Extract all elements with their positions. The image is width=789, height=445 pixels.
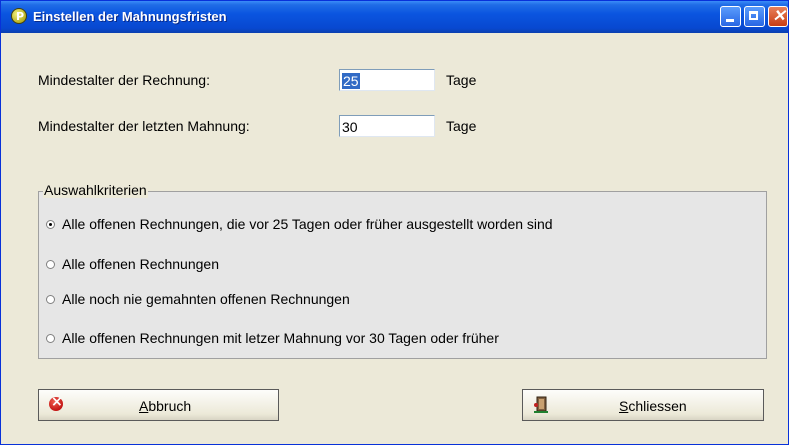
app-icon[interactable]: P: [11, 8, 27, 24]
radio-button[interactable]: [46, 294, 55, 304]
min-age-reminder-label: Mindestalter der letzten Mahnung:: [38, 118, 250, 134]
window-title: Einstellen der Mahnungsfristen: [33, 9, 227, 24]
cancel-button-label: Abbruch: [139, 398, 192, 414]
close-button-label: Schliessen: [619, 398, 687, 414]
radio-option-last-reminder-30[interactable]: Alle offenen Rechnungen mit letzer Mahnu…: [46, 330, 499, 346]
title-bar[interactable]: P Einstellen der Mahnungsfristen ✕: [1, 1, 788, 33]
radio-button[interactable]: [46, 259, 55, 269]
min-age-reminder-input[interactable]: 30: [339, 115, 435, 137]
maximize-button[interactable]: [744, 6, 765, 27]
maximize-icon: [749, 11, 758, 20]
min-age-invoice-unit: Tage: [446, 72, 477, 88]
close-icon: ✕: [772, 8, 786, 25]
min-age-invoice-label: Mindestalter der Rechnung:: [38, 72, 210, 88]
criteria-title: Auswahlkriterien: [43, 182, 148, 198]
radio-option-all-open[interactable]: Alle offenen Rechnungen: [46, 256, 219, 272]
close-window-button[interactable]: ✕: [768, 6, 788, 27]
exit-door-icon: [534, 396, 548, 413]
close-button[interactable]: Schliessen: [522, 389, 764, 421]
radio-option-overdue-25[interactable]: Alle offenen Rechnungen, die vor 25 Tage…: [46, 216, 553, 232]
minimize-icon: [726, 19, 734, 22]
radio-label: Alle noch nie gemahnten offenen Rechnung…: [62, 291, 350, 307]
radio-button[interactable]: [46, 219, 55, 229]
cancel-button[interactable]: Abbruch: [38, 389, 279, 421]
min-age-invoice-input[interactable]: 25: [339, 69, 435, 91]
radio-button[interactable]: [46, 333, 55, 343]
min-age-reminder-value: 30: [342, 119, 358, 135]
radio-label: Alle offenen Rechnungen: [62, 256, 219, 272]
dialog-window: P Einstellen der Mahnungsfristen ✕ Minde…: [0, 0, 789, 445]
radio-label: Alle offenen Rechnungen, die vor 25 Tage…: [62, 216, 553, 232]
cancel-icon: [49, 394, 63, 411]
radio-label: Alle offenen Rechnungen mit letzer Mahnu…: [62, 330, 499, 346]
min-age-invoice-value: 25: [342, 73, 360, 89]
min-age-reminder-unit: Tage: [446, 118, 477, 134]
minimize-button[interactable]: [720, 6, 741, 27]
radio-option-never-reminded[interactable]: Alle noch nie gemahnten offenen Rechnung…: [46, 291, 350, 307]
